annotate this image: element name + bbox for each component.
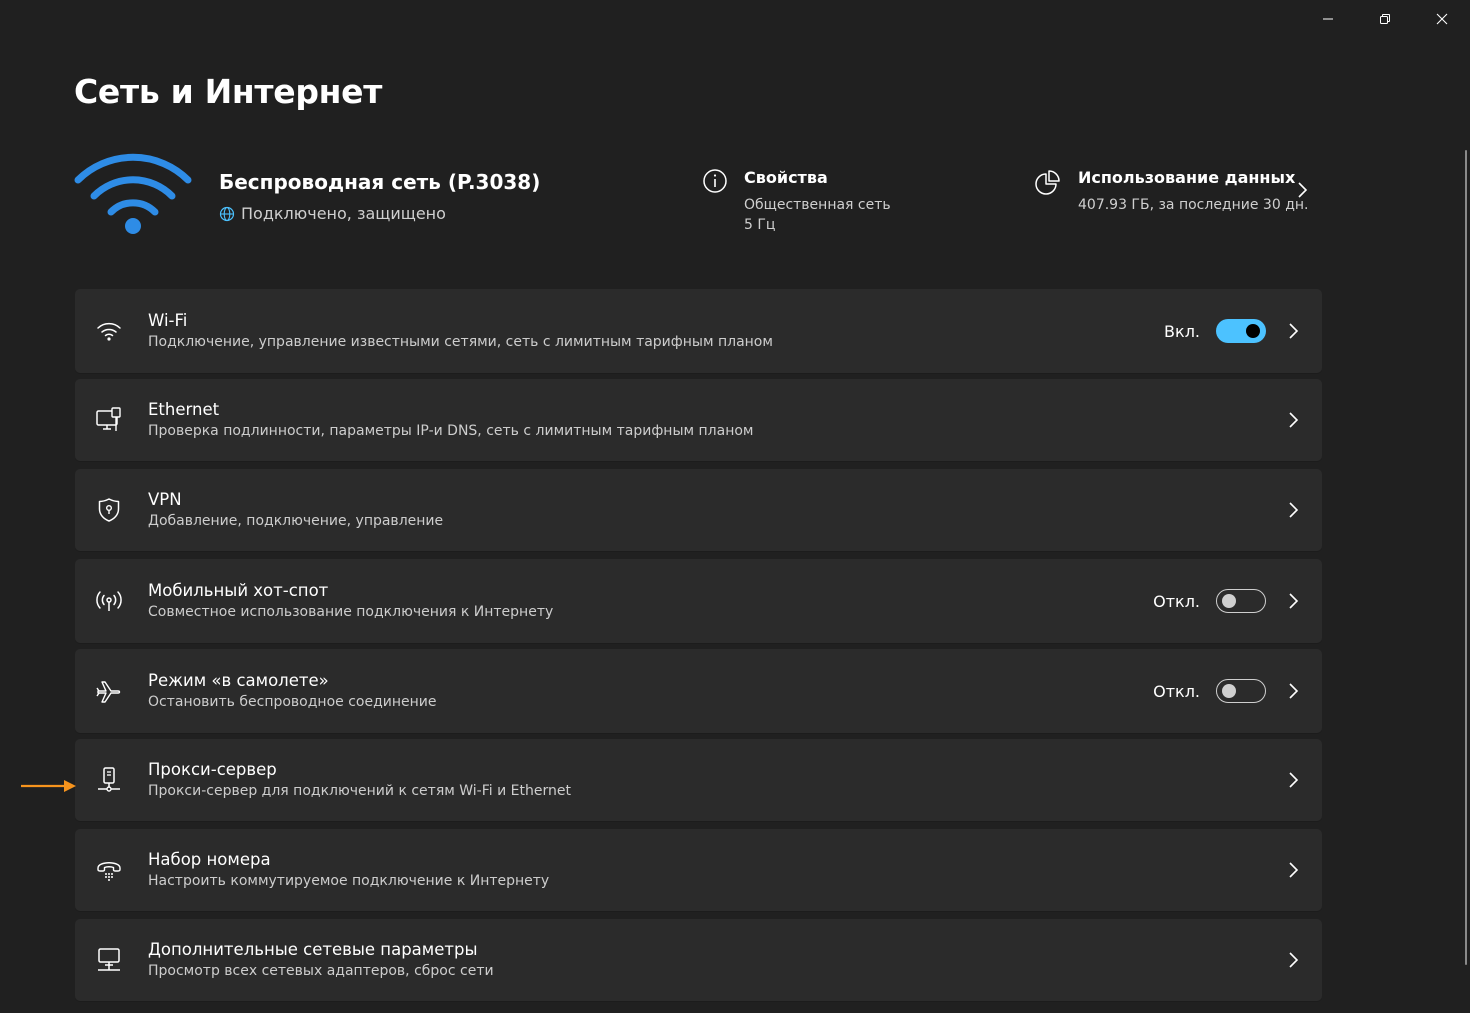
settings-item-text: Прокси-сервер Прокси-сервер для подключе… — [148, 759, 571, 801]
network-profile: Общественная сеть — [744, 197, 891, 213]
vertical-scrollbar[interactable] — [1465, 150, 1467, 965]
toggle-state-label: Откл. — [1153, 681, 1200, 701]
settings-item-title: VPN — [148, 490, 182, 509]
settings-item-controls — [1286, 860, 1300, 880]
ethernet-icon — [95, 406, 123, 434]
settings-item-advanced-network[interactable]: Дополнительные сетевые параметры Просмот… — [75, 919, 1322, 1001]
chevron-right-icon — [1296, 180, 1308, 204]
settings-item-text: Режим «в самолете» Остановить беспроводн… — [148, 670, 437, 712]
chevron-right-icon — [1286, 770, 1300, 790]
settings-item-subtitle: Настроить коммутируемое подключение к Ин… — [148, 873, 550, 889]
toggle-knob — [1222, 594, 1236, 608]
data-usage-link[interactable]: Использование данных 407.93 ГБ, за после… — [1034, 168, 1308, 215]
pie-chart-icon — [1035, 170, 1060, 195]
advanced-network-icon — [95, 946, 123, 974]
settings-item-controls: Вкл. — [1164, 319, 1300, 343]
chevron-right-icon — [1286, 950, 1300, 970]
restore-button[interactable] — [1356, 0, 1413, 38]
connection-status: Подключено, защищено — [219, 204, 446, 223]
window-controls — [1299, 0, 1470, 38]
chevron-right-icon — [1286, 500, 1300, 520]
wifi-toggle[interactable] — [1216, 319, 1266, 343]
chevron-right-icon — [1286, 860, 1300, 880]
settings-item-title: Wi-Fi — [148, 311, 188, 330]
close-icon — [1436, 13, 1447, 25]
chevron-right-icon — [1286, 591, 1300, 611]
settings-item-text: Дополнительные сетевые параметры Просмот… — [148, 939, 494, 981]
wifi-icon — [95, 317, 123, 345]
settings-item-ethernet[interactable]: Ethernet Проверка подлинности, параметры… — [75, 379, 1322, 461]
toggle-state-label: Вкл. — [1164, 321, 1200, 341]
settings-item-dialup[interactable]: Набор номера Настроить коммутируемое под… — [75, 829, 1322, 911]
settings-item-subtitle: Просмотр всех сетевых адаптеров, сброс с… — [148, 963, 494, 979]
settings-item-subtitle: Добавление, подключение, управление — [148, 513, 444, 529]
restore-icon — [1379, 14, 1390, 24]
annotation-arrow-icon — [20, 778, 78, 798]
minimize-icon — [1322, 18, 1333, 20]
settings-item-controls — [1286, 950, 1300, 970]
hotspot-toggle[interactable] — [1216, 589, 1266, 613]
settings-item-text: Ethernet Проверка подлинности, параметры… — [148, 399, 753, 441]
airplane-mode-toggle[interactable] — [1216, 679, 1266, 703]
settings-item-title: Режим «в самолете» — [148, 671, 329, 690]
close-button[interactable] — [1413, 0, 1470, 38]
airplane-icon — [95, 677, 123, 705]
chevron-right-icon — [1286, 410, 1300, 430]
settings-item-subtitle: Проверка подлинности, параметры IP-и DNS… — [148, 423, 754, 439]
settings-item-title: Прокси-сервер — [148, 760, 277, 779]
settings-item-wifi[interactable]: Wi-Fi Подключение, управление известными… — [75, 289, 1322, 373]
minimize-button[interactable] — [1299, 0, 1356, 38]
toggle-knob — [1246, 324, 1260, 338]
proxy-icon — [95, 766, 123, 794]
data-usage-detail: 407.93 ГБ, за последние 30 дн. — [1078, 197, 1309, 213]
settings-item-text: Wi-Fi Подключение, управление известными… — [148, 310, 773, 352]
settings-item-subtitle: Совместное использование подключения к И… — [148, 604, 554, 620]
settings-item-hotspot[interactable]: Мобильный хот-спот Совместное использова… — [75, 559, 1322, 643]
settings-item-text: Набор номера Настроить коммутируемое под… — [148, 849, 549, 891]
hotspot-icon — [95, 587, 123, 615]
toggle-state-label: Откл. — [1153, 591, 1200, 611]
settings-list: Wi-Fi Подключение, управление известными… — [75, 289, 1322, 1009]
settings-item-controls — [1286, 770, 1300, 790]
info-icon — [703, 169, 727, 193]
properties-link[interactable]: Свойства Общественная сеть 5 Гц — [702, 168, 891, 235]
settings-item-subtitle: Прокси-сервер для подключений к сетям Wi… — [148, 783, 571, 799]
connection-name: Беспроводная сеть (P.3038) — [219, 170, 541, 194]
dialup-icon — [95, 856, 123, 884]
settings-item-subtitle: Подключение, управление известными сетям… — [148, 334, 773, 350]
settings-item-controls — [1286, 500, 1300, 520]
network-band: 5 Гц — [744, 217, 776, 233]
chevron-right-icon — [1286, 321, 1300, 341]
globe-icon — [219, 206, 235, 221]
toggle-knob — [1222, 684, 1236, 698]
settings-item-proxy[interactable]: Прокси-сервер Прокси-сервер для подключе… — [75, 739, 1322, 821]
connection-status-text: Подключено, защищено — [241, 204, 446, 223]
wifi-large-icon — [74, 150, 192, 240]
settings-item-title: Мобильный хот-спот — [148, 581, 329, 600]
settings-item-vpn[interactable]: VPN Добавление, подключение, управление — [75, 469, 1322, 551]
settings-item-title: Набор номера — [148, 850, 271, 869]
settings-window: Сеть и Интернет Беспроводная сеть (P.303… — [0, 0, 1470, 1013]
page-title: Сеть и Интернет — [74, 72, 383, 111]
settings-item-text: Мобильный хот-спот Совместное использова… — [148, 580, 553, 622]
settings-item-controls: Откл. — [1153, 589, 1300, 613]
settings-item-text: VPN Добавление, подключение, управление — [148, 489, 443, 531]
connection-summary: Беспроводная сеть (P.3038) Подключено, з… — [74, 150, 1322, 250]
settings-item-title: Дополнительные сетевые параметры — [148, 940, 478, 959]
settings-item-controls: Откл. — [1153, 679, 1300, 703]
settings-item-title: Ethernet — [148, 400, 220, 419]
chevron-right-icon — [1286, 681, 1300, 701]
data-usage-title: Использование данных — [1078, 168, 1296, 187]
properties-title: Свойства — [744, 168, 828, 187]
settings-item-controls — [1286, 410, 1300, 430]
settings-item-airplane-mode[interactable]: Режим «в самолете» Остановить беспроводн… — [75, 649, 1322, 733]
vpn-shield-icon — [95, 496, 123, 524]
settings-item-subtitle: Остановить беспроводное соединение — [148, 694, 437, 710]
